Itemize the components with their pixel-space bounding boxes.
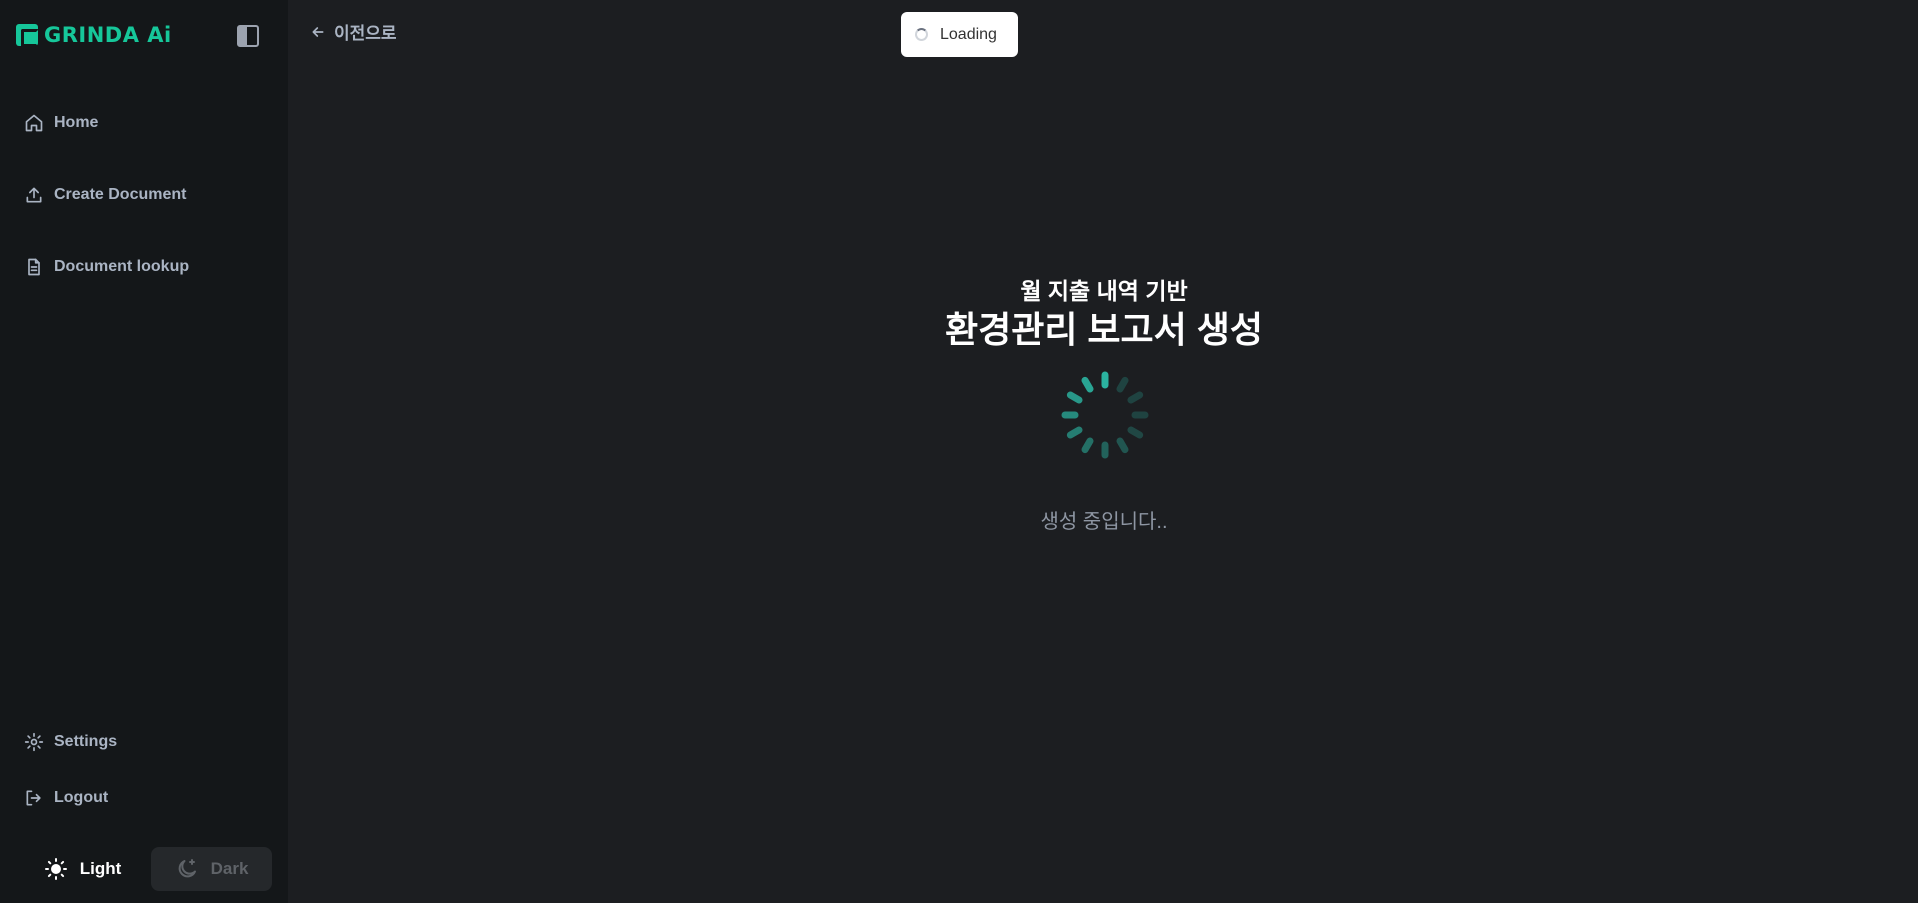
theme-toggle: Light Dark — [22, 847, 272, 891]
sidebar-item-label: Create Document — [54, 186, 187, 203]
light-theme-label: Light — [79, 859, 122, 878]
page-title: 환경관리 보고서 생성 — [944, 309, 1264, 350]
loading-spinner-icon — [1061, 371, 1149, 459]
brand-name: GRINDA Ai — [44, 23, 172, 47]
spinner-tick — [1116, 437, 1129, 454]
sidebar-item-label: Logout — [54, 789, 109, 806]
sidebar-item-settings[interactable]: Settings — [24, 732, 117, 752]
logout-icon — [26, 790, 41, 806]
light-theme-button[interactable]: Light — [22, 847, 143, 891]
sidebar-item-home[interactable]: Home — [24, 113, 98, 133]
loading-toast: Loading — [901, 12, 1018, 57]
sidebar-item-logout[interactable]: Logout — [24, 788, 108, 808]
dark-theme-button[interactable]: Dark — [151, 847, 272, 891]
spinner-tick — [1127, 391, 1144, 404]
logo-icon — [16, 24, 39, 47]
home-icon — [25, 114, 43, 132]
spinner-tick — [1066, 426, 1083, 439]
spinner-tick — [1081, 376, 1094, 393]
upload-icon — [26, 187, 42, 203]
back-link[interactable]: 이전으로 — [310, 19, 397, 44]
back-label: 이전으로 — [334, 24, 397, 43]
sidebar-item-label: Home — [54, 114, 99, 131]
sidebar-toggle-icon[interactable] — [237, 25, 259, 47]
sidebar-item-label: Settings — [54, 733, 118, 750]
moon-icon — [178, 859, 196, 878]
spinner-tick — [1066, 391, 1083, 404]
arrow-left-icon — [312, 26, 324, 37]
sun-icon — [44, 858, 67, 880]
spinner-tick — [1116, 376, 1129, 393]
brand-logo[interactable]: GRINDA Ai — [16, 23, 172, 47]
dark-theme-label: Dark — [210, 859, 249, 878]
toast-spinner-icon — [915, 28, 928, 41]
sidebar-item-create-document[interactable]: Create Document — [24, 185, 186, 205]
toast-label: Loading — [940, 25, 997, 43]
spinner-tick — [1081, 437, 1094, 454]
status-text: 생성 중입니다.. — [1040, 511, 1168, 533]
gear-icon — [24, 732, 44, 752]
sidebar: GRINDA Ai Home Create Document Document … — [0, 0, 288, 903]
spinner-tick — [1127, 426, 1144, 439]
